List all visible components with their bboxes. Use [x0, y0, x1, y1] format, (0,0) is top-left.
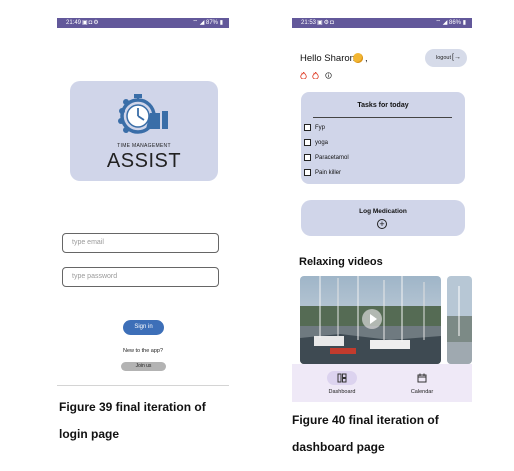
task-checkbox[interactable] [304, 139, 311, 146]
wifi-icon: ⌔ [435, 20, 442, 26]
battery-percent: 87% [206, 20, 219, 26]
videos-section-title: Relaxing videos [299, 256, 383, 268]
info-icon[interactable] [325, 72, 332, 79]
dashboard-screen: 21:53 ▣⚙◘ ⌔ ◢ 86% ▮ Hello Sharon , logou… [292, 18, 472, 402]
app-logo: TIME MANAGEMENT ASSIST [70, 81, 218, 181]
join-us-button[interactable]: Join us [121, 362, 166, 371]
battery-percent: 86% [449, 20, 462, 26]
logout-label: logout [436, 55, 451, 61]
figure-40-caption-line2: dashboard page [292, 440, 385, 454]
status-right: ⌔ ◢ 86% ▮ [435, 18, 466, 28]
password-field[interactable]: type password [62, 267, 219, 287]
logout-button[interactable]: logout [→ [425, 49, 467, 67]
task-label: Pain killer [315, 170, 342, 177]
log-medication-button[interactable]: Log Medication + [301, 200, 465, 236]
log-medication-label: Log Medication [359, 208, 407, 215]
logo-subtitle: TIME MANAGEMENT [117, 143, 171, 149]
task-checkbox[interactable] [304, 124, 311, 131]
image-icon: ▣ [82, 20, 89, 26]
dashboard-icon [337, 373, 347, 383]
task-item[interactable]: yoga [304, 139, 328, 148]
bottom-navigation: Dashboard Calendar [292, 364, 472, 402]
battery-icon: ▮ [219, 20, 223, 26]
smile-emoji-icon [353, 53, 363, 63]
wifi-icon: ⌔ [192, 20, 199, 26]
video-thumbnail[interactable] [447, 276, 472, 364]
task-label: Fyp [315, 125, 326, 132]
task-item[interactable]: Pain killer [304, 169, 341, 178]
video-image [447, 276, 472, 364]
greeting-text: Hello Sharon [300, 53, 355, 64]
task-item[interactable]: Fyp [304, 124, 325, 133]
video-thumbnail[interactable] [300, 276, 441, 364]
tasks-card: Tasks for today Fyp yoga Paracetamol Pai… [301, 92, 465, 184]
nav-dashboard-label: Dashboard [328, 389, 356, 395]
flame-icon[interactable] [312, 72, 319, 79]
flame-icon[interactable] [300, 72, 307, 79]
task-checkbox[interactable] [304, 154, 311, 161]
calendar-edit-icon [417, 373, 427, 383]
sign-in-button[interactable]: Sign in [123, 320, 164, 335]
greeting-suffix: , [365, 53, 368, 64]
status-right: ⌔ ◢ 87% ▮ [192, 18, 223, 28]
task-label: yoga [315, 140, 329, 147]
status-bar: 21:53 ▣⚙◘ ⌔ ◢ 86% ▮ [292, 18, 472, 28]
divider [57, 385, 229, 386]
logout-icon: [→ [452, 54, 461, 61]
status-icons: ▣⚙◘ [317, 20, 335, 26]
nav-calendar[interactable]: Calendar [392, 364, 452, 402]
status-icons: ▣◘⚙ [82, 20, 100, 26]
figure-40-caption-line1: Figure 40 final iteration of [292, 413, 439, 427]
status-time: 21:49 [66, 20, 82, 26]
logo-title: ASSIST [106, 150, 182, 172]
task-item[interactable]: Paracetamol [304, 154, 349, 163]
task-label: Paracetamol [315, 155, 349, 162]
figure-39-caption-line2: login page [59, 427, 119, 441]
status-time: 21:53 [301, 20, 317, 26]
login-screen: 21:49 ▣◘⚙ ⌔ ◢ 87% ▮ TIME MANAGEMENT ASSI… [57, 18, 229, 387]
stopwatch-hand-icon [118, 94, 168, 134]
signal-icon: ◢ [199, 20, 205, 26]
new-to-app-text: New to the app? [122, 348, 164, 354]
nav-calendar-label: Calendar [410, 389, 434, 395]
alarm-icon: ◘ [330, 20, 335, 26]
task-checkbox[interactable] [304, 169, 311, 176]
settings-icon: ⚙ [93, 20, 100, 26]
divider [313, 117, 452, 118]
play-icon[interactable] [362, 309, 382, 329]
tasks-title: Tasks for today [357, 102, 409, 109]
signal-icon: ◢ [442, 20, 448, 26]
status-bar: 21:49 ▣◘⚙ ⌔ ◢ 87% ▮ [57, 18, 229, 28]
figure-39-caption-line1: Figure 39 final iteration of [59, 400, 206, 414]
nav-dashboard[interactable]: Dashboard [312, 364, 372, 402]
email-field[interactable]: type email [62, 233, 219, 253]
battery-icon: ▮ [462, 20, 466, 26]
add-circle-icon: + [377, 219, 387, 229]
image-icon: ▣ [317, 20, 324, 26]
